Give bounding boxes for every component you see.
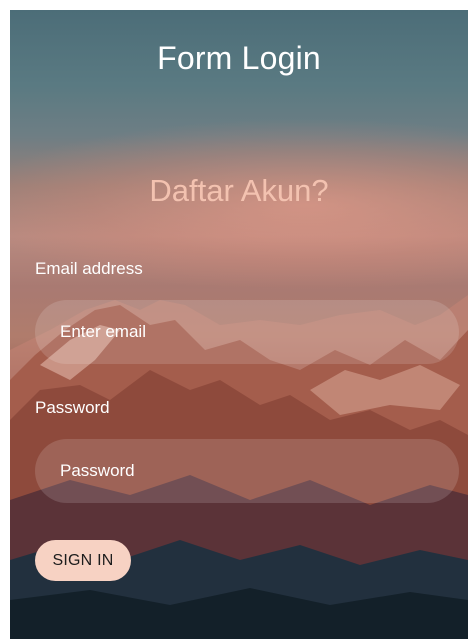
email-field[interactable]: [35, 300, 459, 364]
page-title: Form Login: [157, 40, 321, 76]
sign-in-button[interactable]: SIGN IN: [35, 540, 131, 581]
password-label: Password: [35, 398, 110, 417]
password-field[interactable]: [35, 439, 459, 503]
login-screen: Form Login Daftar Akun? Email address Pa…: [10, 10, 468, 639]
email-label: Email address: [35, 259, 143, 278]
register-link[interactable]: Daftar Akun?: [10, 173, 468, 209]
